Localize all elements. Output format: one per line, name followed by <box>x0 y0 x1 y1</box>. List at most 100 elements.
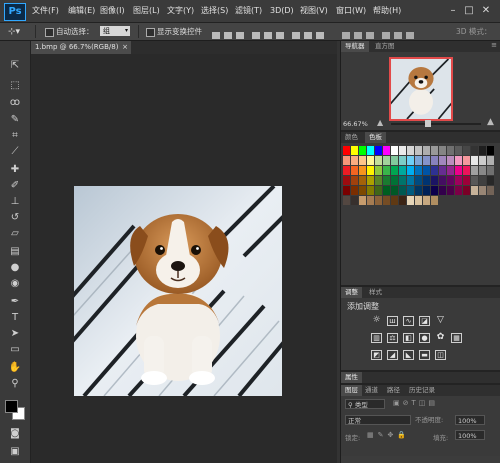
document-tab[interactable]: 1.bmp @ 66.7%(RGB/8) × <box>31 41 131 54</box>
tab-swatches[interactable]: 色板 <box>365 132 386 143</box>
swatch[interactable] <box>423 146 430 155</box>
swatch[interactable] <box>415 176 422 185</box>
swatch[interactable] <box>439 166 446 175</box>
invert-icon[interactable]: ◩ <box>371 350 382 360</box>
swatch[interactable] <box>455 156 462 165</box>
swatch[interactable] <box>431 156 438 165</box>
panel-menu-icon[interactable]: ≡ <box>491 41 497 49</box>
swatch[interactable] <box>407 146 414 155</box>
swatch[interactable] <box>439 146 446 155</box>
swatch[interactable] <box>367 196 374 205</box>
lock-icons[interactable]: ▦✎✥🔒 <box>367 431 410 439</box>
swatch[interactable] <box>343 156 350 165</box>
swatch[interactable] <box>479 156 486 165</box>
swatch[interactable] <box>343 176 350 185</box>
color-balance-icon[interactable]: ⚖ <box>387 333 398 343</box>
swatch[interactable] <box>383 146 390 155</box>
swatch[interactable] <box>415 196 422 205</box>
hand-tool-icon[interactable]: ✋ <box>7 361 23 375</box>
pen-tool-icon[interactable]: ✒ <box>7 295 23 309</box>
swatch[interactable] <box>391 176 398 185</box>
document-canvas-image[interactable] <box>74 186 282 396</box>
blur-tool-icon[interactable]: ● <box>7 261 23 275</box>
swatch[interactable] <box>471 156 478 165</box>
swatch[interactable] <box>375 186 382 195</box>
exposure-icon[interactable]: ◪ <box>419 316 430 326</box>
tab-properties[interactable]: 属性 <box>341 372 362 383</box>
swatch[interactable] <box>407 186 414 195</box>
show-transform-checkbox[interactable] <box>146 28 155 37</box>
tab-layers[interactable]: 图层 <box>341 385 362 396</box>
swatch[interactable] <box>343 196 350 205</box>
menu-filter[interactable]: 滤镜(T) <box>235 0 262 22</box>
swatch[interactable] <box>399 186 406 195</box>
swatch[interactable] <box>391 166 398 175</box>
marquee-tool-icon[interactable]: ⬚ <box>7 79 23 93</box>
lasso-tool-icon[interactable]: ꝏ <box>7 96 23 110</box>
gradient-tool-icon[interactable]: ▤ <box>7 245 23 259</box>
dodge-tool-icon[interactable]: ◉ <box>7 277 23 291</box>
swatch-grid[interactable] <box>343 146 495 208</box>
gradient-map-icon[interactable]: ▬ <box>419 350 430 360</box>
swatch[interactable] <box>431 196 438 205</box>
swatch[interactable] <box>423 156 430 165</box>
quick-select-tool-icon[interactable]: ✎ <box>7 113 23 127</box>
menu-image[interactable]: 图像(I) <box>100 0 125 22</box>
tab-paths[interactable]: 路径 <box>383 385 404 396</box>
tab-adjustments[interactable]: 调整 <box>341 287 362 298</box>
swatch[interactable] <box>399 166 406 175</box>
foreground-color-swatch[interactable] <box>5 400 18 413</box>
swatch[interactable] <box>351 186 358 195</box>
swatch[interactable] <box>407 176 414 185</box>
swatch[interactable] <box>463 156 470 165</box>
curves-icon[interactable]: ∿ <box>403 316 414 326</box>
swatch[interactable] <box>479 186 486 195</box>
tab-color[interactable]: 颜色 <box>341 132 362 143</box>
swatch[interactable] <box>471 176 478 185</box>
menu-window[interactable]: 窗口(W) <box>336 0 366 22</box>
swatch[interactable] <box>415 166 422 175</box>
fill-input[interactable]: 100% <box>455 430 485 440</box>
path-select-tool-icon[interactable]: ➤ <box>7 327 23 341</box>
swatch[interactable] <box>375 176 382 185</box>
swatch[interactable] <box>487 146 494 155</box>
swatch[interactable] <box>463 166 470 175</box>
auto-select-dropdown[interactable]: 组 ▾ <box>100 26 130 36</box>
swatch[interactable] <box>471 186 478 195</box>
swatch[interactable] <box>447 146 454 155</box>
maximize-icon[interactable]: □ <box>462 4 476 17</box>
layer-filter-icons[interactable]: ▣⊘T◫▤ <box>393 399 438 407</box>
eyedropper-tool-icon[interactable]: ⟋ <box>7 145 23 159</box>
hue-saturation-icon[interactable]: ▥ <box>371 333 382 343</box>
brightness-icon[interactable]: ☼ <box>371 316 382 326</box>
swatch[interactable] <box>431 176 438 185</box>
swatch[interactable] <box>431 166 438 175</box>
swatch[interactable] <box>351 196 358 205</box>
swatch[interactable] <box>359 176 366 185</box>
swatch[interactable] <box>423 166 430 175</box>
rectangle-tool-icon[interactable]: ▭ <box>7 343 23 357</box>
swatch[interactable] <box>487 176 494 185</box>
menu-type[interactable]: 文字(Y) <box>167 0 194 22</box>
swatch[interactable] <box>415 156 422 165</box>
swatch[interactable] <box>423 196 430 205</box>
vibrance-icon[interactable]: ▽ <box>435 316 446 326</box>
swatch[interactable] <box>463 176 470 185</box>
color-lookup-icon[interactable]: ▦ <box>451 333 462 343</box>
swatch[interactable] <box>415 146 422 155</box>
swatch[interactable] <box>423 176 430 185</box>
swatch[interactable] <box>439 186 446 195</box>
swatch[interactable] <box>359 156 366 165</box>
zoom-out-icon[interactable]: ▲ <box>377 118 383 127</box>
swatch[interactable] <box>407 166 414 175</box>
swatch[interactable] <box>455 146 462 155</box>
swatch[interactable] <box>455 176 462 185</box>
menu-help[interactable]: 帮助(H) <box>373 0 401 22</box>
swatch[interactable] <box>447 186 454 195</box>
swatch[interactable] <box>447 156 454 165</box>
minimize-icon[interactable]: – <box>446 4 460 17</box>
posterize-icon[interactable]: ◢ <box>387 350 398 360</box>
blend-mode-select[interactable]: 正常 <box>345 415 411 425</box>
swatch[interactable] <box>391 196 398 205</box>
clone-stamp-tool-icon[interactable]: ⊥ <box>7 195 23 209</box>
